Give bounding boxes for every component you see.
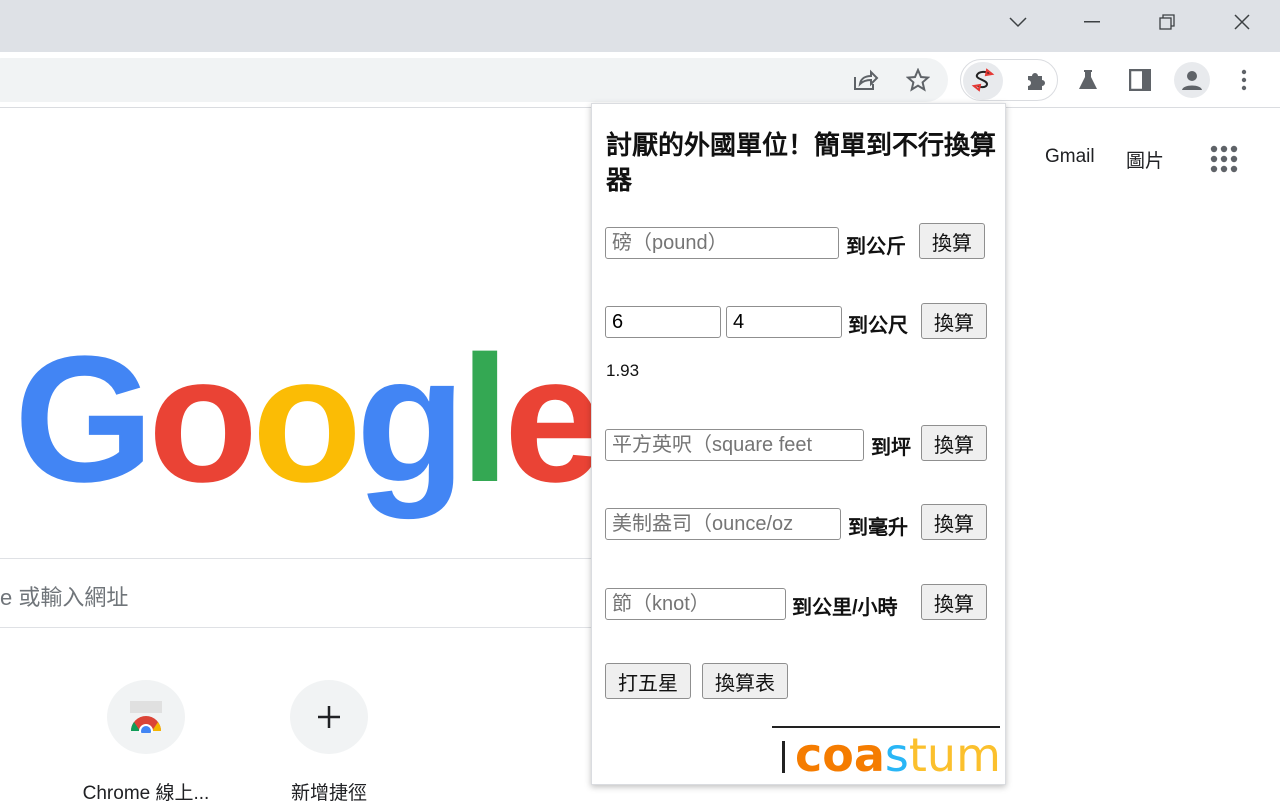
shortcut-add[interactable]: 新增捷徑: [259, 680, 399, 805]
feet-input[interactable]: [605, 306, 721, 338]
logo-letter: l: [459, 319, 510, 520]
unit-label-kg: 到公斤: [846, 236, 906, 258]
puzzle-extensions-icon[interactable]: [1020, 64, 1052, 96]
google-logo: Google: [14, 330, 604, 510]
logo-letter: o: [251, 319, 362, 520]
popup-title: 討厭的外國單位！簡單到不行換算器: [606, 130, 997, 195]
convert-area-button[interactable]: 換算: [921, 425, 987, 461]
rate-five-stars-button[interactable]: 打五星: [605, 663, 691, 699]
unit-label-kmh: 到公里/小時: [792, 597, 898, 619]
height-result: 1.93: [606, 361, 640, 380]
share-icon[interactable]: [850, 64, 882, 96]
images-link[interactable]: 圖片: [1126, 146, 1164, 173]
restore-button[interactable]: [1137, 0, 1197, 44]
shortcut-label: 新增捷徑: [290, 783, 367, 804]
coastum-logo[interactable]: coastum: [782, 732, 1001, 778]
search-box[interactable]: e 或輸入網址: [0, 558, 600, 628]
chevron-down-icon: [1009, 17, 1027, 28]
pound-input[interactable]: [605, 227, 839, 259]
ounce-input[interactable]: [605, 508, 841, 540]
square-feet-input[interactable]: [605, 429, 864, 461]
knot-input[interactable]: [605, 588, 786, 620]
restore-icon: [1159, 14, 1175, 30]
unit-label-meter: 到公尺: [848, 315, 908, 337]
chrome-web-store-icon: [130, 701, 162, 733]
browser-toolbar: [0, 52, 1280, 108]
logo-letter: G: [14, 319, 154, 520]
gmail-link[interactable]: Gmail: [1045, 146, 1095, 168]
logo-letter: g: [355, 319, 466, 520]
convert-speed-button[interactable]: 換算: [921, 584, 987, 620]
kebab-menu-icon[interactable]: [1228, 64, 1260, 96]
inch-input[interactable]: [726, 306, 842, 338]
apps-grid-icon[interactable]: [1210, 145, 1238, 178]
convert-height-button[interactable]: 換算: [921, 303, 987, 339]
tab-search-button[interactable]: [988, 0, 1048, 44]
profile-avatar-icon[interactable]: [1174, 62, 1210, 98]
minimize-button[interactable]: [1062, 0, 1122, 44]
logo-letter: o: [148, 319, 258, 520]
logo-letter: e: [503, 319, 604, 520]
conversion-table-button[interactable]: 換算表: [702, 663, 788, 699]
converter-extension-icon[interactable]: [967, 64, 999, 96]
side-panel-icon[interactable]: [1124, 64, 1156, 96]
shortcut-chrome-web-store[interactable]: Chrome 線上...: [76, 680, 216, 805]
minimize-icon: [1084, 21, 1100, 23]
search-placeholder: e 或輸入網址: [0, 585, 129, 610]
plus-icon: [318, 706, 340, 728]
address-bar[interactable]: [0, 58, 948, 102]
convert-volume-button[interactable]: 換算: [921, 504, 987, 540]
star-icon[interactable]: [902, 64, 934, 96]
unit-label-ping: 到坪: [871, 437, 911, 459]
unit-label-ml: 到毫升: [848, 517, 908, 539]
labs-flask-icon[interactable]: [1072, 64, 1104, 96]
shortcut-label: Chrome 線上...: [82, 783, 210, 804]
converter-popup: 討厭的外國單位！簡單到不行換算器 到公斤 換算 到公尺 換算 1.93 到坪 換…: [591, 103, 1006, 785]
close-button[interactable]: [1212, 0, 1272, 44]
title-bar: [0, 0, 1280, 52]
close-icon: [1234, 14, 1250, 30]
convert-pound-button[interactable]: 換算: [919, 223, 985, 259]
